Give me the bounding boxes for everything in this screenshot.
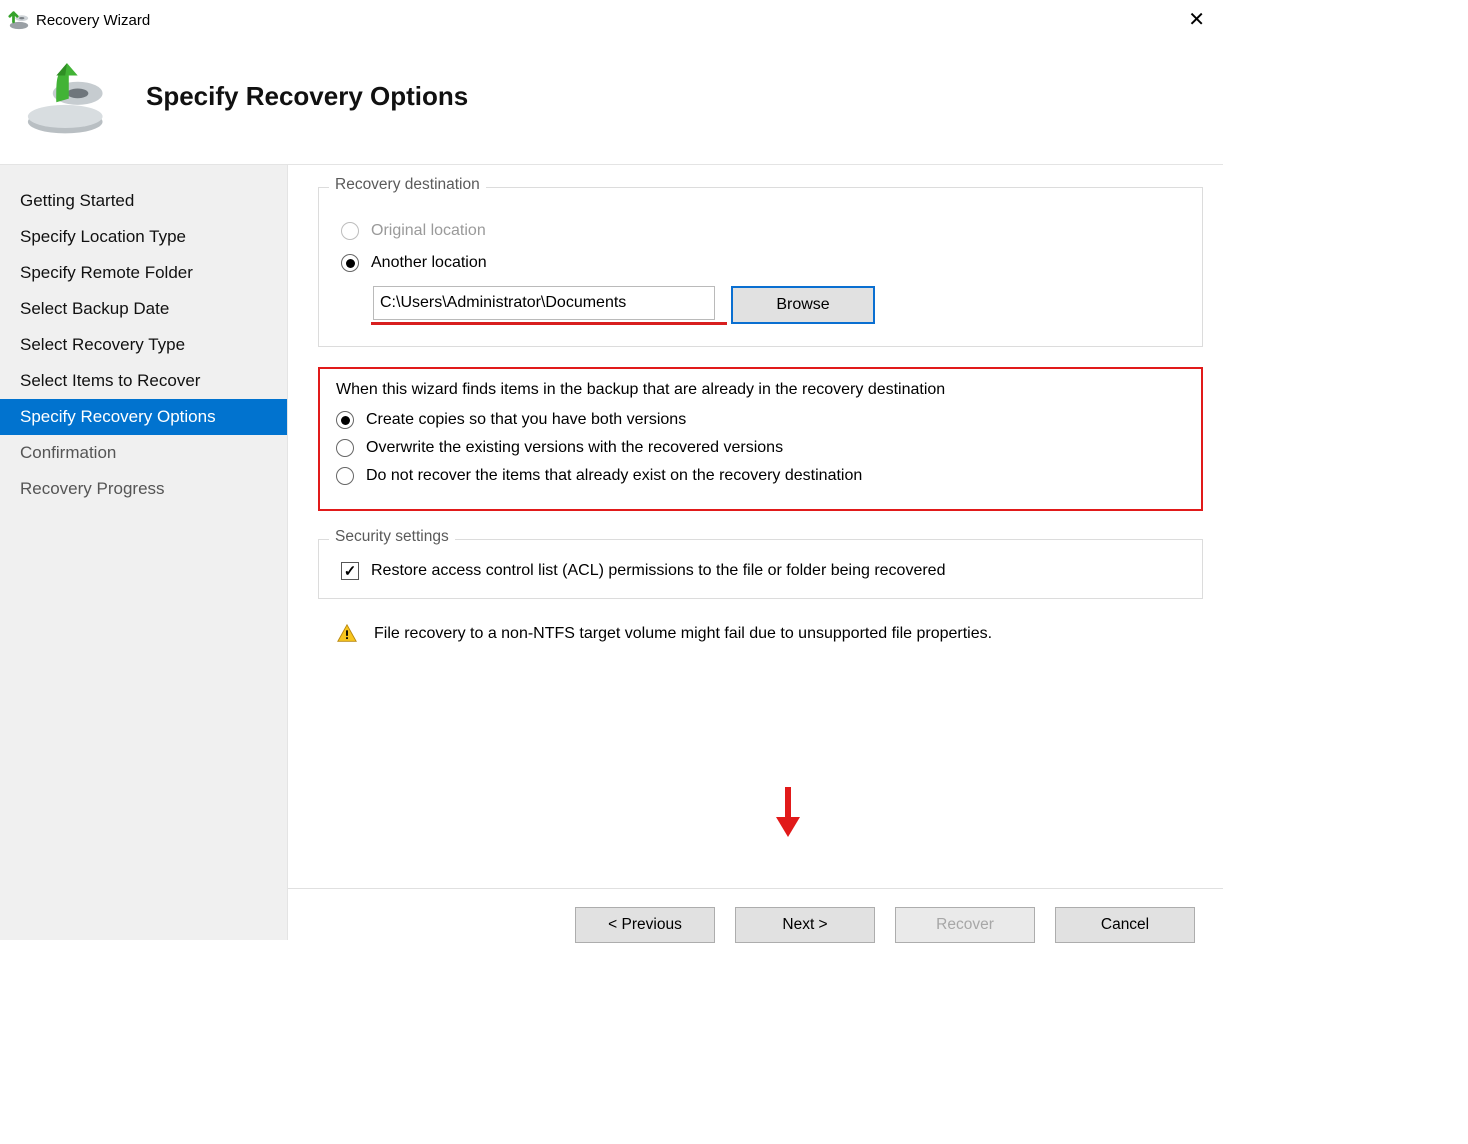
wizard-icon: [22, 56, 112, 136]
page-title: Specify Recovery Options: [146, 81, 468, 112]
sidebar-item-confirmation: Confirmation: [0, 435, 287, 471]
security-settings-group: Security settings Restore access control…: [318, 539, 1203, 599]
sidebar-item-select-backup-date[interactable]: Select Backup Date: [0, 291, 287, 327]
checkbox-label: Restore access control list (ACL) permis…: [371, 562, 945, 580]
annotation-underline: [371, 322, 727, 325]
sidebar-item-recovery-progress: Recovery Progress: [0, 471, 287, 507]
sidebar-item-specify-remote-folder[interactable]: Specify Remote Folder: [0, 255, 287, 291]
sidebar-item-select-recovery-type[interactable]: Select Recovery Type: [0, 327, 287, 363]
annotation-arrow-icon: [776, 787, 802, 841]
close-button[interactable]: ✕: [1178, 6, 1215, 34]
radio-icon: [341, 254, 359, 272]
radio-overwrite[interactable]: Overwrite the existing versions with the…: [336, 439, 1185, 457]
checkbox-icon: [341, 562, 359, 580]
wizard-footer: < Previous Next > Recover Cancel: [288, 888, 1223, 960]
conflict-options-title: When this wizard finds items in the back…: [336, 381, 1185, 399]
wizard-content: Recovery destination Original location A…: [288, 165, 1223, 940]
ntfs-warning: File recovery to a non-NTFS target volum…: [336, 623, 1199, 645]
recovery-destination-legend: Recovery destination: [329, 176, 486, 194]
radio-icon: [336, 411, 354, 429]
radio-original-location: Original location: [341, 222, 1184, 240]
sidebar-item-getting-started[interactable]: Getting Started: [0, 183, 287, 219]
radio-label: Do not recover the items that already ex…: [366, 467, 862, 485]
radio-icon: [336, 467, 354, 485]
warning-icon: [336, 623, 358, 645]
app-icon: [8, 9, 30, 31]
radio-label: Another location: [371, 254, 487, 272]
sidebar-item-select-items[interactable]: Select Items to Recover: [0, 363, 287, 399]
browse-button[interactable]: Browse: [731, 286, 875, 324]
destination-path-input[interactable]: [373, 286, 715, 320]
radio-label: Overwrite the existing versions with the…: [366, 439, 783, 457]
security-settings-legend: Security settings: [329, 528, 455, 546]
conflict-options-group: When this wizard finds items in the back…: [318, 367, 1203, 511]
radio-another-location[interactable]: Another location: [341, 254, 1184, 272]
cancel-button[interactable]: Cancel: [1055, 907, 1195, 943]
radio-label: Original location: [371, 222, 486, 240]
sidebar-item-specify-location-type[interactable]: Specify Location Type: [0, 219, 287, 255]
recover-button: Recover: [895, 907, 1035, 943]
titlebar: Recovery Wizard ✕: [0, 0, 1223, 36]
radio-do-not-recover[interactable]: Do not recover the items that already ex…: [336, 467, 1185, 485]
checkbox-restore-acl[interactable]: Restore access control list (ACL) permis…: [341, 562, 1184, 580]
sidebar-item-specify-recovery-options[interactable]: Specify Recovery Options: [0, 399, 287, 435]
radio-icon: [341, 222, 359, 240]
radio-icon: [336, 439, 354, 457]
radio-label: Create copies so that you have both vers…: [366, 411, 686, 429]
wizard-steps-sidebar: Getting Started Specify Location Type Sp…: [0, 165, 288, 940]
previous-button[interactable]: < Previous: [575, 907, 715, 943]
radio-create-copies[interactable]: Create copies so that you have both vers…: [336, 411, 1185, 429]
next-button[interactable]: Next >: [735, 907, 875, 943]
wizard-header: Specify Recovery Options: [0, 36, 1223, 164]
window-title: Recovery Wizard: [36, 12, 150, 29]
recovery-destination-group: Recovery destination Original location A…: [318, 187, 1203, 347]
warning-text: File recovery to a non-NTFS target volum…: [374, 625, 992, 643]
